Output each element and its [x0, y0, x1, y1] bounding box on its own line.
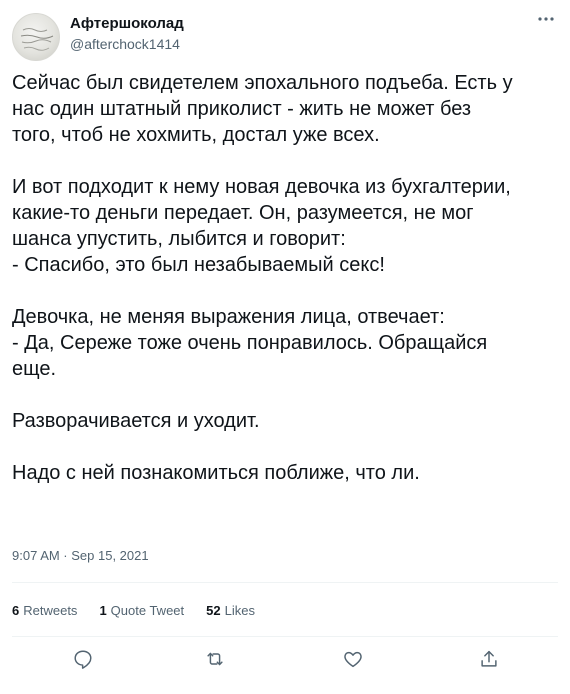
quote-tweets-stat[interactable]: 1 Quote Tweet: [99, 603, 184, 618]
quotes-count: 1: [99, 602, 107, 618]
tweet-timestamp[interactable]: 9:07 AM · Sep 15, 2021: [12, 546, 149, 566]
likes-count: 52: [206, 602, 221, 618]
engagement-stats: 6 Retweets 1 Quote Tweet 52 Likes: [12, 598, 277, 622]
divider: [12, 582, 558, 583]
avatar[interactable]: [12, 13, 60, 61]
more-options-icon[interactable]: [534, 12, 558, 32]
retweets-count: 6: [12, 602, 20, 618]
tweet-text: Сейчас был свидетелем эпохального подъеб…: [12, 70, 558, 486]
tweet-paragraph-1: Сейчас был свидетелем эпохального подъеб…: [12, 72, 513, 146]
likes-label: Likes: [224, 602, 255, 618]
action-bar: [12, 640, 558, 680]
avatar-image: [20, 28, 54, 51]
likes-stat[interactable]: 52 Likes: [206, 603, 255, 618]
quotes-label: Quote Tweet: [110, 602, 185, 618]
tweet-paragraph-2: И вот подходит к нему новая девочка из б…: [12, 176, 511, 276]
author-handle[interactable]: @afterchock1414: [70, 35, 184, 54]
author-display-name[interactable]: Афтершоколад: [70, 14, 184, 34]
tweet-header: Афтершоколад @afterchock1414: [12, 10, 558, 61]
tweet-paragraph-4: Разворачивается и уходит.: [12, 410, 260, 432]
retweet-icon[interactable]: [204, 648, 226, 670]
reply-icon[interactable]: [72, 648, 94, 670]
like-icon[interactable]: [342, 648, 364, 670]
tweet-paragraph-3: Девочка, не меняя выражения лица, отвеча…: [12, 306, 488, 380]
tweet-paragraph-5: Надо с ней познакомиться поближе, что ли…: [12, 462, 420, 484]
retweets-stat[interactable]: 6 Retweets: [12, 603, 77, 618]
divider: [12, 636, 558, 637]
retweets-label: Retweets: [23, 602, 78, 618]
share-icon[interactable]: [478, 648, 500, 670]
